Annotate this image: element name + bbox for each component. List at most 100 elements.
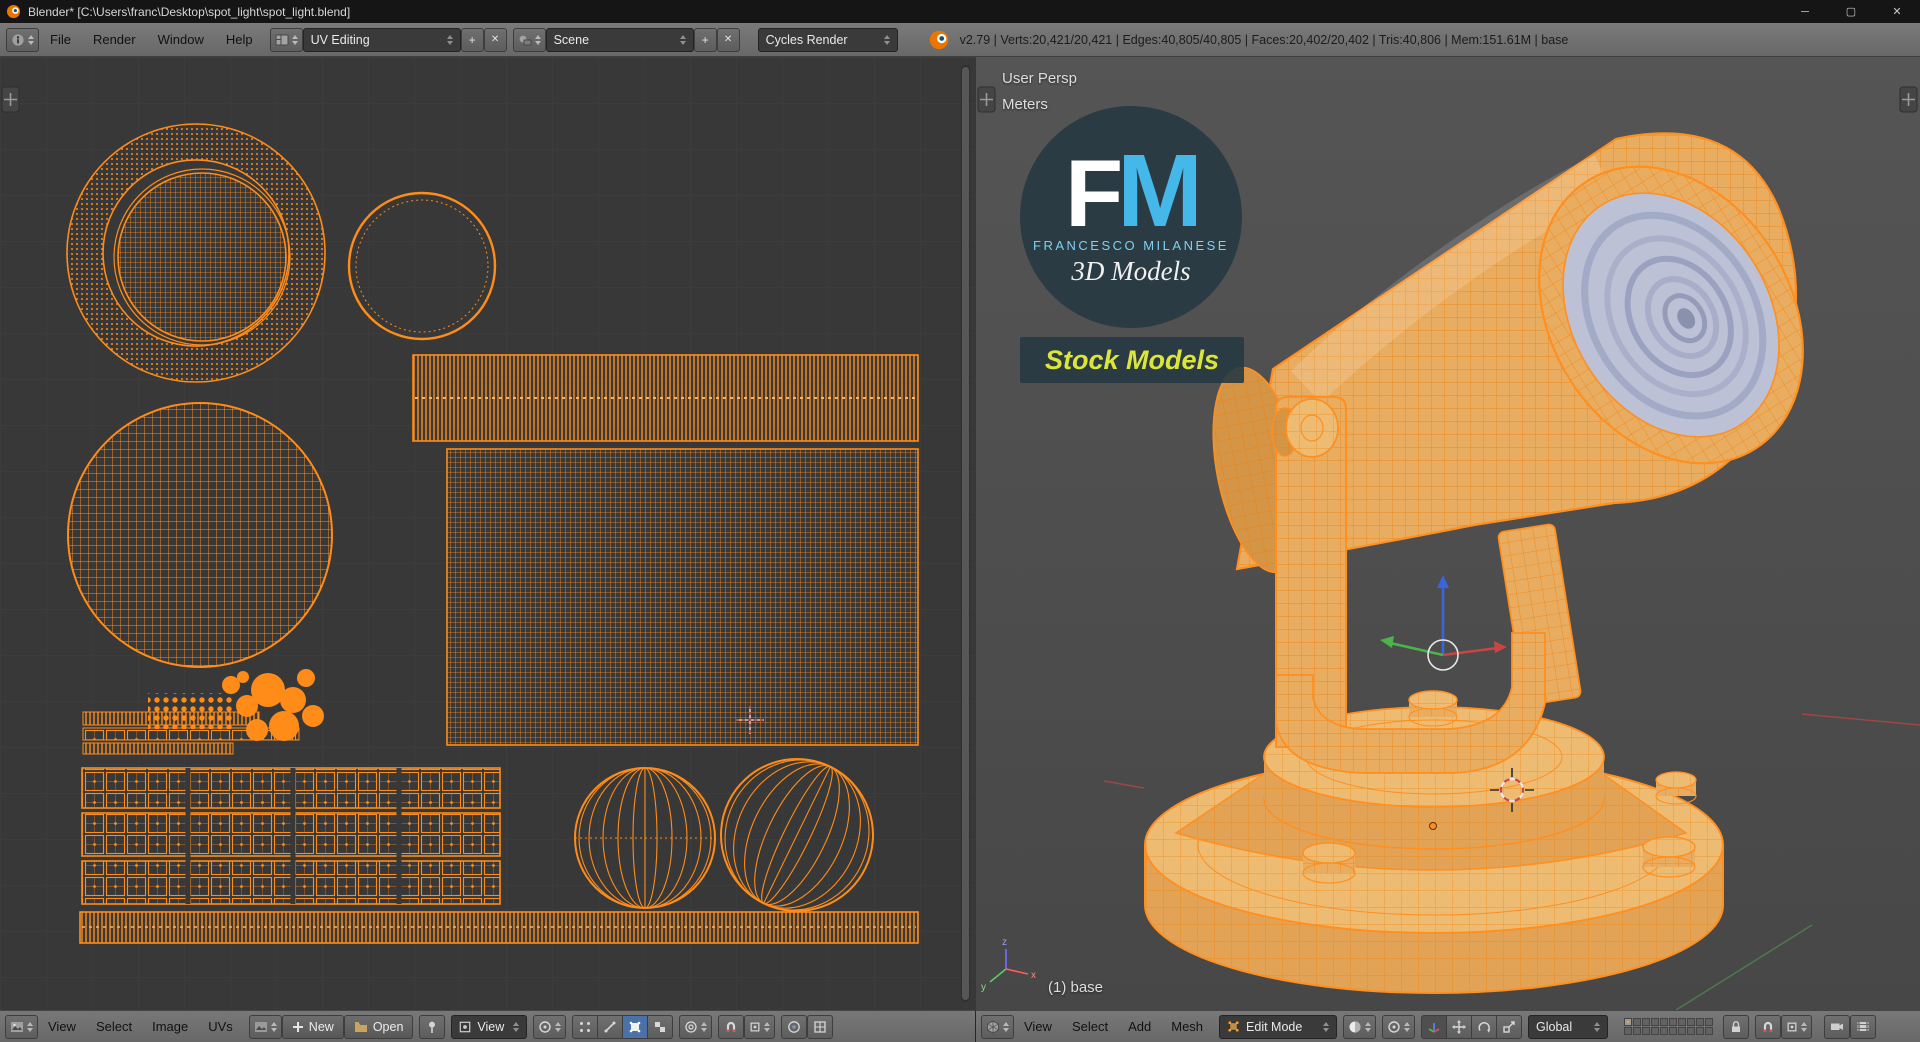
maximize-button[interactable]: ▢: [1828, 0, 1874, 23]
island-select-icon: [655, 1021, 666, 1032]
uv-image-editor[interactable]: [0, 57, 976, 1010]
uv-canvas[interactable]: [0, 57, 976, 1010]
edge-select-icon: [604, 1021, 616, 1032]
pin-icon: [429, 1021, 436, 1033]
uv-snap-toggle[interactable]: [718, 1014, 745, 1039]
uv-toolshelf-tab[interactable]: [1, 86, 20, 113]
blender-window: Blender* [C:\Users\franc\Desktop\spot_li…: [0, 0, 1920, 1042]
uv-island-disc-large[interactable]: [67, 402, 333, 668]
view-mode-icon: [460, 1021, 471, 1032]
layout-browse-button[interactable]: [269, 27, 303, 52]
vp-toolshelf-tab[interactable]: [977, 86, 996, 113]
blender-app-icon: [6, 4, 21, 19]
scene-statistics: v2.79 | Verts:20,421/20,421 | Edges:40,8…: [959, 32, 1569, 47]
add-layout-button[interactable]: +: [460, 27, 484, 52]
info-header: File Render Window Help UV Editing + ✕ S…: [0, 23, 1920, 57]
open-image-button[interactable]: Open: [343, 1014, 414, 1039]
uv-select-edge-button[interactable]: [597, 1014, 624, 1039]
uv-select-island-button[interactable]: [647, 1014, 674, 1039]
uv-island-grid-rect[interactable]: [446, 448, 919, 746]
manipulator-toggle-button[interactable]: [1421, 1014, 1448, 1039]
viewport-shading-selector[interactable]: [1343, 1014, 1377, 1039]
snap-magnet-icon: [1763, 1021, 1773, 1032]
menu-file[interactable]: File: [39, 32, 82, 47]
vp-menu-view[interactable]: View: [1014, 1019, 1062, 1034]
render-camera-icon: [1831, 1023, 1844, 1030]
image-browse-button[interactable]: [248, 1014, 282, 1039]
svg-text:x: x: [1031, 970, 1036, 981]
vp-properties-tab[interactable]: [1899, 86, 1918, 113]
screen-layout-dropdown[interactable]: UV Editing: [302, 27, 461, 52]
pivot-point-selector[interactable]: [1382, 1014, 1416, 1039]
uv-island-disc-small[interactable]: [117, 172, 287, 342]
uv-menu-view[interactable]: View: [38, 1019, 86, 1034]
vp-menu-select[interactable]: Select: [1062, 1019, 1118, 1034]
snap-element-selector[interactable]: [1781, 1014, 1813, 1039]
menu-help[interactable]: Help: [215, 32, 264, 47]
scene-browse-button[interactable]: [512, 27, 546, 52]
vp-menu-mesh[interactable]: Mesh: [1161, 1019, 1213, 1034]
uv-draw-other-objects-button[interactable]: [807, 1014, 834, 1039]
uv-select-face-button[interactable]: [622, 1014, 649, 1039]
uv-menu-image[interactable]: Image: [142, 1019, 198, 1034]
fm-tagline: 3D Models: [1071, 256, 1191, 287]
object-origin-dot: [1429, 822, 1437, 830]
add-scene-button[interactable]: +: [693, 27, 717, 52]
uv-select-vertex-button[interactable]: [572, 1014, 599, 1039]
rotate-manipulator-button[interactable]: [1471, 1014, 1498, 1039]
menu-window[interactable]: Window: [147, 32, 215, 47]
screen-layout-icon: [275, 34, 289, 45]
rotate-icon: [1478, 1021, 1491, 1033]
shading-sphere-icon: [1349, 1021, 1361, 1032]
uv-menu-select[interactable]: Select: [86, 1019, 142, 1034]
info-editor-icon: [12, 33, 24, 46]
viewport-header: View Select Add Mesh Edit Mode Global: [976, 1010, 1920, 1042]
plus-icon: [292, 1021, 303, 1032]
uv-mode-dropdown[interactable]: View: [451, 1014, 528, 1039]
uv-scrollbar[interactable]: [961, 65, 970, 1002]
proportional-edit-icon: [788, 1020, 801, 1033]
model-pivot-knob[interactable]: [1285, 398, 1339, 458]
mode-dropdown[interactable]: Edit Mode: [1219, 1014, 1338, 1039]
delete-layout-button[interactable]: ✕: [483, 27, 507, 52]
opengl-render-image-button[interactable]: [1824, 1014, 1851, 1039]
lock-to-scene-button[interactable]: [1723, 1014, 1750, 1039]
close-button[interactable]: ✕: [1874, 0, 1920, 23]
uv-island-strip-bottom[interactable]: [79, 911, 919, 944]
render-engine-dropdown[interactable]: Cycles Render: [757, 27, 898, 52]
minimize-button[interactable]: ─: [1782, 0, 1828, 23]
uv-pivot-selector[interactable]: [533, 1014, 567, 1039]
snap-element-icon: [750, 1022, 760, 1031]
uv-editor-header: View Select Image UVs New Open View: [0, 1010, 976, 1042]
layers-widget[interactable]: [1624, 1018, 1714, 1035]
uv-sticky-select-button[interactable]: [679, 1014, 713, 1039]
uv-menu-uvs[interactable]: UVs: [198, 1019, 243, 1034]
scene-value: Scene: [553, 32, 590, 47]
vp-menu-add[interactable]: Add: [1118, 1019, 1161, 1034]
transform-orientation-dropdown[interactable]: Global: [1528, 1014, 1609, 1039]
scale-manipulator-button[interactable]: [1496, 1014, 1523, 1039]
menu-render[interactable]: Render: [82, 32, 147, 47]
blender-logo: [929, 30, 948, 49]
editor-type-selector-info[interactable]: [6, 27, 39, 52]
fm-letter-m: M: [1117, 132, 1203, 248]
new-image-button[interactable]: New: [281, 1014, 344, 1039]
scene-dropdown[interactable]: Scene: [545, 27, 694, 52]
sticky-select-icon: [685, 1020, 698, 1033]
translate-icon: [1452, 1019, 1467, 1034]
fm-stock-models-badge: Stock Models: [1020, 337, 1244, 383]
lock-icon: [1732, 1020, 1741, 1032]
vp-editor-type-selector[interactable]: [981, 1014, 1014, 1039]
edit-mode-icon: [1228, 1021, 1239, 1032]
translate-manipulator-button[interactable]: [1446, 1014, 1473, 1039]
uv-snap-target-selector[interactable]: [744, 1014, 776, 1039]
delete-scene-button[interactable]: ✕: [716, 27, 740, 52]
render-engine-value: Cycles Render: [765, 32, 848, 47]
magnet-icon: [727, 1021, 736, 1032]
snap-toggle-button[interactable]: [1755, 1014, 1782, 1039]
pin-toggle-button[interactable]: [419, 1014, 446, 1039]
opengl-render-animation-button[interactable]: [1850, 1014, 1877, 1039]
fm-letter-f: F: [1065, 140, 1123, 247]
uv-proportional-edit-button[interactable]: [781, 1014, 808, 1039]
uv-editor-type-selector[interactable]: [5, 1014, 38, 1039]
